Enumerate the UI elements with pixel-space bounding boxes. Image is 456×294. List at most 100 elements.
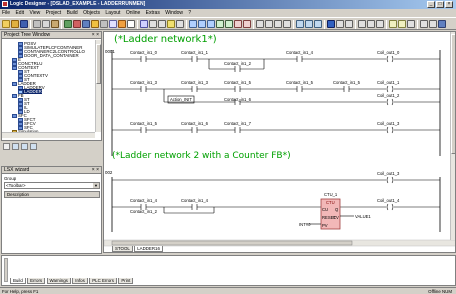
tool-icon[interactable] [358,20,366,28]
tool-icon[interactable] [407,20,415,28]
tool-icon[interactable] [389,20,397,28]
close-button[interactable]: × [445,1,453,8]
tool-icon[interactable] [420,20,428,28]
menu-extras[interactable]: Extras [144,9,162,17]
fb-instance-label[interactable]: CTU_1 [324,192,337,197]
tool-icon[interactable] [296,20,304,28]
tool-icon[interactable] [398,20,406,28]
zoom-icon[interactable] [109,20,117,28]
contact-label[interactable]: Contact_in1_6 [224,97,251,102]
new-icon[interactable] [2,20,10,28]
tree-item[interactable]: DOOR_DATA_CONTAINER [18,53,79,58]
contact-label[interactable]: Contact_in1_3 [130,80,157,85]
coil-label[interactable]: Coil_out1_1 [377,80,399,85]
tree-tab-icon[interactable] [12,143,19,150]
contact-label[interactable]: Contact_in1_4 [130,198,157,203]
contact-no-icon[interactable] [216,20,224,28]
tool-icon[interactable] [274,20,282,28]
open-icon[interactable] [11,20,19,28]
fb-pv-var[interactable]: INT#0 [299,222,310,227]
copy-icon[interactable] [42,20,50,28]
group-select[interactable]: <Toolbar> ▼ [4,182,100,189]
tool-icon[interactable] [438,20,446,28]
tool-icon[interactable] [305,20,313,28]
coil-tool-icon[interactable] [127,20,135,28]
tab-warnings[interactable]: Warnings [46,278,71,284]
coil-label[interactable]: Coil_out1_0 [377,50,399,55]
tool-icon[interactable] [265,20,273,28]
close-icon[interactable]: × × [92,167,99,173]
tool-icon[interactable] [336,20,344,28]
contact-label[interactable]: Contact_in1_6 [181,121,208,126]
action-label[interactable]: Action_INIT [170,97,192,102]
save-icon[interactable] [20,20,28,28]
tool-icon[interactable] [345,20,353,28]
tab-ladder[interactable]: LADDER16 [134,246,163,252]
tab-infos[interactable]: Infos [72,278,88,284]
tool-icon[interactable] [327,20,335,28]
contact-label[interactable]: Contact_in1_3 [181,80,208,85]
coil-label[interactable]: Coil_out1_2 [377,93,399,98]
menu-layout[interactable]: Layout [103,9,122,17]
insert-network-icon[interactable] [189,20,197,28]
contact-label[interactable]: Contact_in1_5 [224,80,251,85]
tool-icon[interactable] [376,20,384,28]
scroll-thumb[interactable] [96,44,101,84]
menu-online[interactable]: Online [124,9,142,17]
ladder-editor[interactable]: (*Ladder network1*) 0001 Contact_in1_0 C… [103,31,456,253]
coil-set-icon[interactable] [234,20,242,28]
coil-label[interactable]: Coil_out1_3 [377,121,399,126]
contact-label[interactable]: Contact_in1_2 [224,61,251,66]
contact-label[interactable]: Contact_in1_5 [130,121,157,126]
paste-icon[interactable] [51,20,59,28]
menu-view[interactable]: View [27,9,42,17]
debug-icon[interactable] [100,20,108,28]
fb-tool-icon[interactable] [140,20,148,28]
menu-project[interactable]: Project [44,9,64,17]
maximize-button[interactable]: □ [436,1,444,8]
chevron-down-icon[interactable]: ▼ [93,183,99,188]
contact-label[interactable]: Contact_in1_5 [333,80,360,85]
tab-print[interactable]: Print [118,278,134,284]
tool-icon[interactable] [314,20,322,28]
insert-column-icon[interactable] [207,20,215,28]
coil-reset-icon[interactable] [243,20,251,28]
scroll-thumb[interactable] [451,34,455,154]
contact-label[interactable]: Contact_in1_2 [130,209,157,214]
editor-vscroll[interactable] [450,32,455,240]
menu-objects[interactable]: Objects [81,9,102,17]
make-icon[interactable] [73,20,81,28]
contact-label[interactable]: Contact_in1_7 [224,121,251,126]
tab-plc-errors[interactable]: PLC Errors [89,278,117,284]
jump-tool-icon[interactable] [176,20,184,28]
menu-window[interactable]: Window [163,9,185,17]
tool-icon[interactable] [429,20,437,28]
tab-build[interactable]: Build [10,278,26,284]
tool-icon[interactable] [256,20,264,28]
coil-label[interactable]: Coil_out1_4 [377,198,399,203]
cut-icon[interactable] [33,20,41,28]
menu-help[interactable]: ? [186,9,193,17]
tree-hscroll[interactable] [2,132,95,138]
menu-file[interactable]: File [0,9,12,17]
compile-icon[interactable] [64,20,72,28]
minimize-button[interactable]: _ [427,1,435,8]
online-icon[interactable] [91,20,99,28]
menu-build[interactable]: Build [65,9,80,17]
menu-edit[interactable]: Edit [13,9,26,17]
tab-stool[interactable]: STOOL [112,246,133,252]
branch-tool-icon[interactable] [158,20,166,28]
contact-label[interactable]: Contact_in1_4 [181,198,208,203]
tool-icon[interactable] [283,20,291,28]
fb-output-var[interactable]: VALUE1 [355,214,371,219]
contact-label[interactable]: Contact_in1_1 [181,50,208,55]
comment-tool-icon[interactable] [167,20,175,28]
tree-tab-icon[interactable] [21,143,28,150]
download-icon[interactable] [82,20,90,28]
contact-label[interactable]: Contact_in1_5 [286,80,313,85]
contact-nc-icon[interactable] [225,20,233,28]
close-icon[interactable]: × × [92,32,99,38]
panel-gripper[interactable] [4,258,8,282]
contact-tool-icon[interactable] [118,20,126,28]
contact-label[interactable]: Contact_in1_0 [130,50,157,55]
